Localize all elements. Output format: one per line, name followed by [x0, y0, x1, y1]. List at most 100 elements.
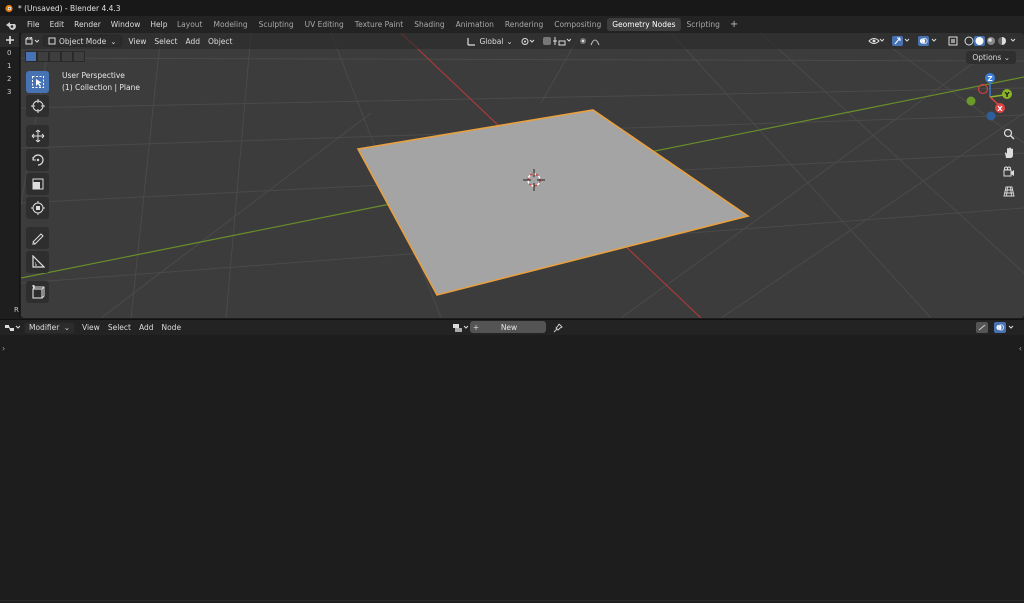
orientation-label: Global: [479, 36, 504, 46]
menu-view[interactable]: View: [125, 35, 151, 48]
cursor-tool[interactable]: [26, 95, 49, 117]
3d-cursor-tool-icon: [30, 99, 45, 113]
menu-window[interactable]: Window: [106, 16, 146, 33]
modifier-label: Modifier: [29, 323, 60, 332]
move-tool[interactable]: [26, 125, 49, 147]
tool-shelf: [26, 71, 49, 305]
perspective-toggle-button[interactable]: [1000, 182, 1018, 199]
measure-tool[interactable]: [26, 251, 49, 273]
select-tool[interactable]: [26, 71, 49, 93]
node-tree-type-dropdown[interactable]: Modifier ⌄: [24, 321, 75, 334]
select-subtract-mode[interactable]: [49, 51, 61, 62]
tab-modeling[interactable]: Modeling: [209, 18, 253, 31]
tab-compositing[interactable]: Compositing: [549, 18, 606, 31]
xray-icon: [948, 36, 958, 46]
object-mode-dropdown[interactable]: Object Mode ⌄: [43, 35, 122, 47]
camera-icon: [1003, 166, 1014, 176]
menu-select[interactable]: Select: [150, 35, 181, 48]
tab-layout[interactable]: Layout: [172, 18, 208, 31]
strip-row: 3: [7, 88, 12, 96]
menu-render[interactable]: Render: [69, 16, 106, 33]
node-menu-node[interactable]: Node: [157, 321, 185, 334]
pan-button[interactable]: [1000, 144, 1018, 161]
tab-uv-editing[interactable]: UV Editing: [300, 18, 349, 31]
strip-row: 2: [7, 75, 12, 83]
options-label: Options: [972, 53, 1002, 62]
perspective-label: User Perspective: [62, 71, 125, 80]
scale-icon: [32, 178, 43, 190]
rotate-tool[interactable]: [26, 149, 49, 171]
add-cube-tool[interactable]: [26, 281, 49, 303]
proportional-icon: [579, 38, 600, 46]
sidebar-expand-chevron-icon[interactable]: ‹: [1019, 344, 1022, 353]
menu-file[interactable]: File: [22, 16, 45, 33]
zoom-button[interactable]: [1000, 125, 1018, 142]
node-editor-type-button[interactable]: [0, 321, 24, 334]
new-label: New: [500, 322, 518, 332]
menu-object[interactable]: Object: [204, 35, 236, 48]
shading-modes[interactable]: [962, 35, 1024, 48]
geometry-node-editor[interactable]: Modifier ⌄ View Select Add Node + New › …: [0, 319, 1024, 603]
pin-button[interactable]: [549, 321, 567, 334]
rotate-icon: [31, 154, 44, 166]
move-icon: [31, 129, 44, 143]
3d-viewport[interactable]: Z Y X Object Mode ⌄ View Select Add Obje…: [21, 33, 1024, 318]
menu-edit[interactable]: Edit: [45, 16, 70, 33]
xray-button[interactable]: [944, 35, 962, 48]
snapping-button[interactable]: [539, 35, 575, 48]
select-box-mode[interactable]: [25, 51, 37, 62]
gizmo-icon: [892, 36, 910, 46]
visibility-button[interactable]: [864, 35, 888, 48]
title-bar: * (Unsaved) - Blender 4.4.3: [0, 0, 1024, 16]
select-invert-mode[interactable]: [61, 51, 73, 62]
transform-tool[interactable]: [26, 197, 49, 219]
tab-shading[interactable]: Shading: [409, 18, 449, 31]
overlay-icon: [918, 36, 937, 46]
viewport-grid: Z Y X: [21, 33, 1024, 318]
strip-row: 1: [7, 62, 12, 70]
options-dropdown[interactable]: Options ⌄: [966, 51, 1016, 64]
pencil-icon: [31, 233, 44, 245]
menu-help[interactable]: Help: [145, 16, 172, 33]
node-overlays-button[interactable]: [990, 321, 1022, 334]
workspace-tabs: Layout Modeling Sculpting UV Editing Tex…: [172, 16, 742, 33]
node-xray-button[interactable]: [972, 321, 992, 334]
editor-type-button[interactable]: [21, 35, 43, 48]
proportional-editing-button[interactable]: [575, 35, 609, 48]
menu-add[interactable]: Add: [182, 35, 205, 48]
pivot-point-button[interactable]: [517, 35, 539, 48]
transform-orientation-dropdown[interactable]: Global ⌄: [463, 35, 516, 48]
select-extend-mode[interactable]: [37, 51, 49, 62]
tab-rendering[interactable]: Rendering: [500, 18, 548, 31]
chevron-down-icon: ⌄: [63, 323, 70, 332]
tab-scripting[interactable]: Scripting: [682, 18, 725, 31]
gizmo-y-label: Y: [1003, 91, 1010, 99]
node-menu-add[interactable]: Add: [135, 321, 158, 334]
strip-header[interactable]: [0, 33, 19, 47]
new-node-group-button[interactable]: + New: [470, 321, 546, 333]
geometry-nodes-icon: [5, 324, 20, 331]
object-mode-label: Object Mode: [59, 36, 107, 46]
select-intersect-mode[interactable]: [73, 51, 85, 62]
window-title: * (Unsaved) - Blender 4.4.3: [18, 3, 121, 13]
tab-geometry-nodes[interactable]: Geometry Nodes: [607, 18, 681, 31]
blender-menu-icon[interactable]: [0, 16, 22, 33]
tab-texture-paint[interactable]: Texture Paint: [350, 18, 408, 31]
overlays-button[interactable]: [914, 35, 944, 48]
plus-icon: +: [472, 322, 480, 332]
annotate-tool[interactable]: [26, 227, 49, 249]
cursor-select-icon: [31, 76, 44, 88]
gizmo-toggle-button[interactable]: [888, 35, 914, 48]
pivot-icon: [521, 37, 535, 45]
hand-icon: [1005, 147, 1013, 158]
object-mode-icon: [48, 37, 56, 45]
backdrop-icon: [976, 322, 988, 333]
tab-animation[interactable]: Animation: [451, 18, 499, 31]
toolbar-expand-chevron-icon[interactable]: ›: [2, 344, 5, 353]
camera-view-button[interactable]: [1000, 163, 1018, 180]
add-workspace-button[interactable]: +: [726, 19, 742, 30]
tab-sculpting[interactable]: Sculpting: [254, 18, 299, 31]
node-menu-view[interactable]: View: [78, 321, 104, 334]
scale-tool[interactable]: [26, 173, 49, 195]
node-menu-select[interactable]: Select: [104, 321, 135, 334]
